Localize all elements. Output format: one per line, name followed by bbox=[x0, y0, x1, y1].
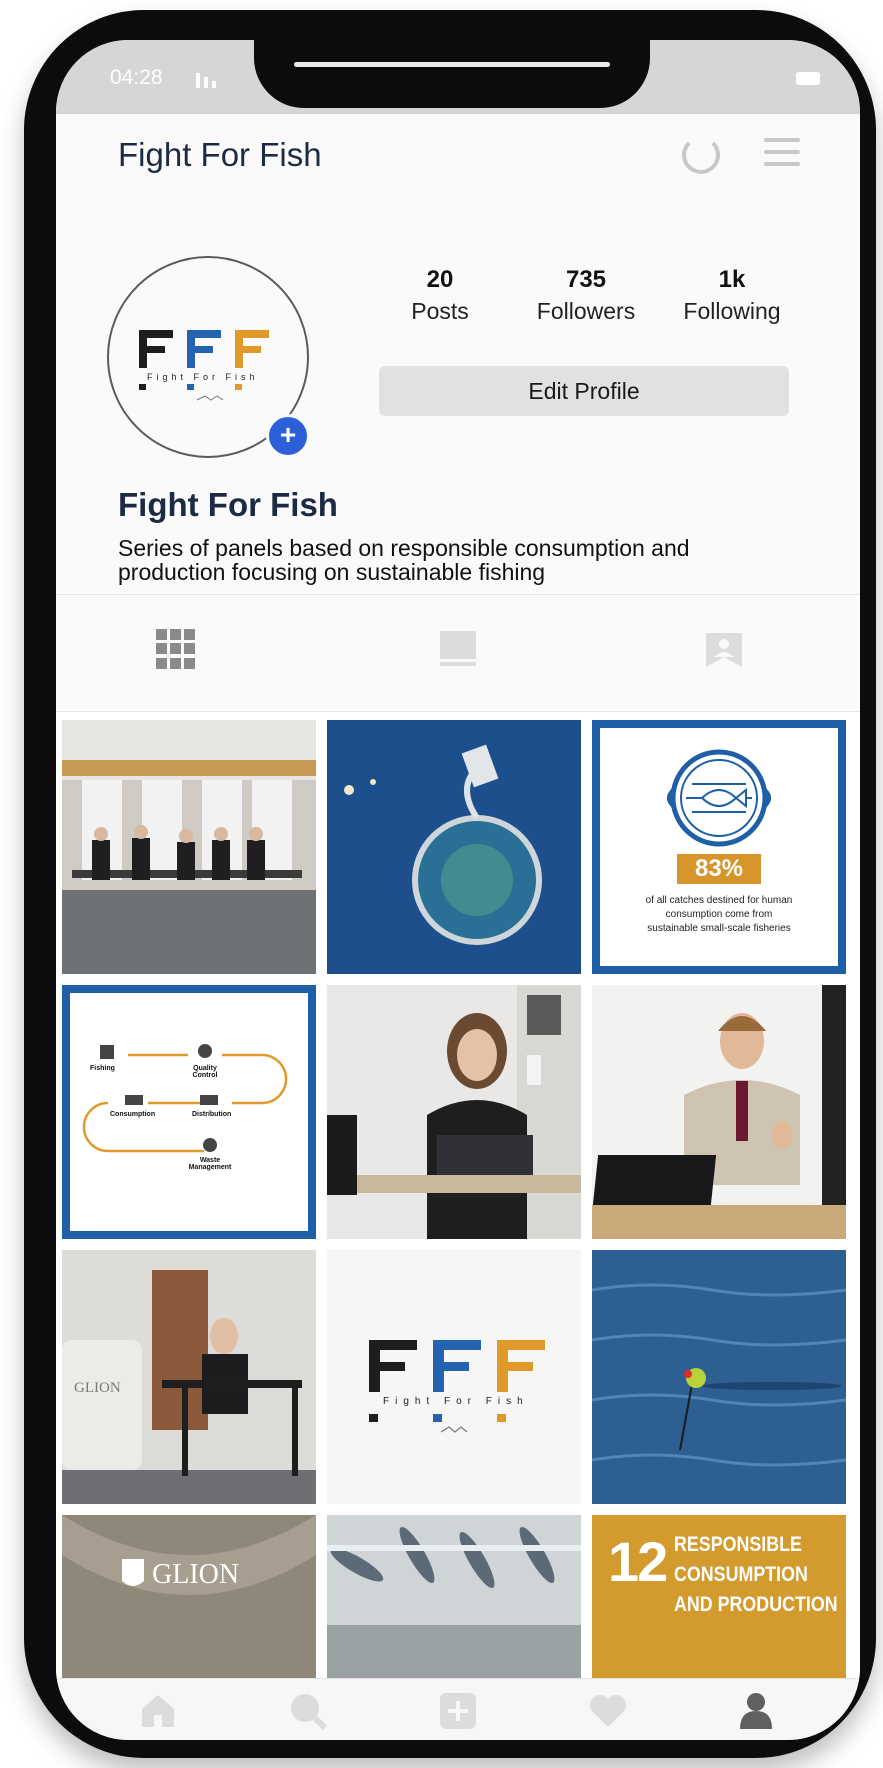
page-title: Fight For Fish bbox=[118, 136, 322, 173]
fff-logo-mark bbox=[139, 330, 269, 401]
sdg-line-2: CONSUMPTION bbox=[674, 1563, 808, 1586]
app-header: Fight For Fish bbox=[56, 114, 860, 196]
stat-label: Followers bbox=[536, 298, 636, 324]
heart-icon[interactable] bbox=[588, 1691, 628, 1731]
sdg-line-1: RESPONSIBLE bbox=[674, 1533, 802, 1556]
glion-banner-text: GLION bbox=[152, 1559, 240, 1590]
post-glion-lectern[interactable]: GLION bbox=[62, 1250, 316, 1504]
glion-sign-text: GLION bbox=[74, 1380, 121, 1396]
stat-followers[interactable]: 735 Followers bbox=[516, 266, 656, 325]
add-post-icon[interactable] bbox=[438, 1691, 478, 1731]
stat-label: Posts bbox=[411, 298, 469, 324]
flow-label-distribution: Distribution bbox=[192, 1111, 232, 1118]
stat-posts[interactable]: 20 Posts bbox=[370, 266, 510, 325]
menu-icon[interactable] bbox=[764, 138, 800, 174]
post-fish-farm-aerial[interactable] bbox=[327, 720, 581, 974]
flow-label-consumption: Consumption bbox=[110, 1111, 156, 1118]
stat-caption: of all catches destined for human consum… bbox=[645, 895, 793, 934]
refresh-icon[interactable] bbox=[682, 136, 720, 174]
flow-label-waste-management: Waste Management bbox=[188, 1157, 232, 1171]
post-speaker-man[interactable] bbox=[592, 985, 846, 1239]
tab-grid-icon[interactable] bbox=[156, 629, 196, 669]
battery-icon bbox=[796, 72, 820, 85]
posts-grid: 83% of all catches destined for human co… bbox=[56, 720, 860, 1740]
stat-value: 735 bbox=[565, 266, 607, 293]
post-speaker-woman[interactable] bbox=[327, 985, 581, 1239]
post-fishing-float[interactable] bbox=[592, 1250, 846, 1504]
stat-label: Following bbox=[683, 298, 781, 324]
fff-logo: Fight For Fish bbox=[139, 326, 279, 401]
flow-label-quality-control: Quality Control bbox=[192, 1065, 218, 1079]
logo-tagline: Fight For Fish bbox=[147, 372, 259, 382]
sdg-line-3: AND PRODUCTION bbox=[674, 1593, 838, 1616]
stat-value: 1k bbox=[718, 266, 746, 293]
profile-section: Fight For Fish + 20 Posts 735 Followers … bbox=[56, 196, 860, 594]
stat-value: 20 bbox=[426, 266, 454, 293]
profile-bio: Series of panels based on responsible co… bbox=[118, 535, 690, 585]
home-icon[interactable] bbox=[138, 1691, 178, 1731]
sdg-number: 12 bbox=[608, 1530, 668, 1593]
stat-percent: 83% bbox=[694, 855, 744, 882]
post-panel-room[interactable] bbox=[62, 720, 316, 974]
fff-logo-large bbox=[369, 1340, 545, 1433]
edit-profile-button[interactable]: Edit Profile bbox=[379, 366, 789, 416]
post-stat-83-percent[interactable]: 83% of all catches destined for human co… bbox=[592, 720, 846, 974]
add-story-button[interactable]: + bbox=[266, 414, 310, 458]
post-value-chain-diagram[interactable]: Fishing Quality Control Consumption Dist… bbox=[62, 985, 316, 1239]
bottom-nav bbox=[56, 1678, 860, 1740]
speaker-grille bbox=[294, 62, 610, 67]
status-time: 04:28 bbox=[110, 66, 163, 89]
post-fff-logo[interactable]: Fight For Fish bbox=[327, 1250, 581, 1504]
logo-tagline-large: Fight For Fish bbox=[383, 1396, 529, 1407]
profile-icon[interactable] bbox=[736, 1691, 776, 1731]
screen: 04:28 Fight For Fish Fight For Fish + 20… bbox=[56, 40, 860, 1740]
tab-tagged-icon[interactable] bbox=[704, 629, 744, 669]
flow-label-fishing: Fishing bbox=[90, 1065, 115, 1072]
search-icon[interactable] bbox=[288, 1691, 328, 1731]
profile-name: Fight For Fish bbox=[118, 486, 338, 523]
stat-following[interactable]: 1k Following bbox=[662, 266, 802, 325]
tab-feed-icon[interactable] bbox=[438, 629, 478, 669]
camera-notch bbox=[254, 40, 650, 108]
profile-tabs bbox=[56, 594, 860, 712]
